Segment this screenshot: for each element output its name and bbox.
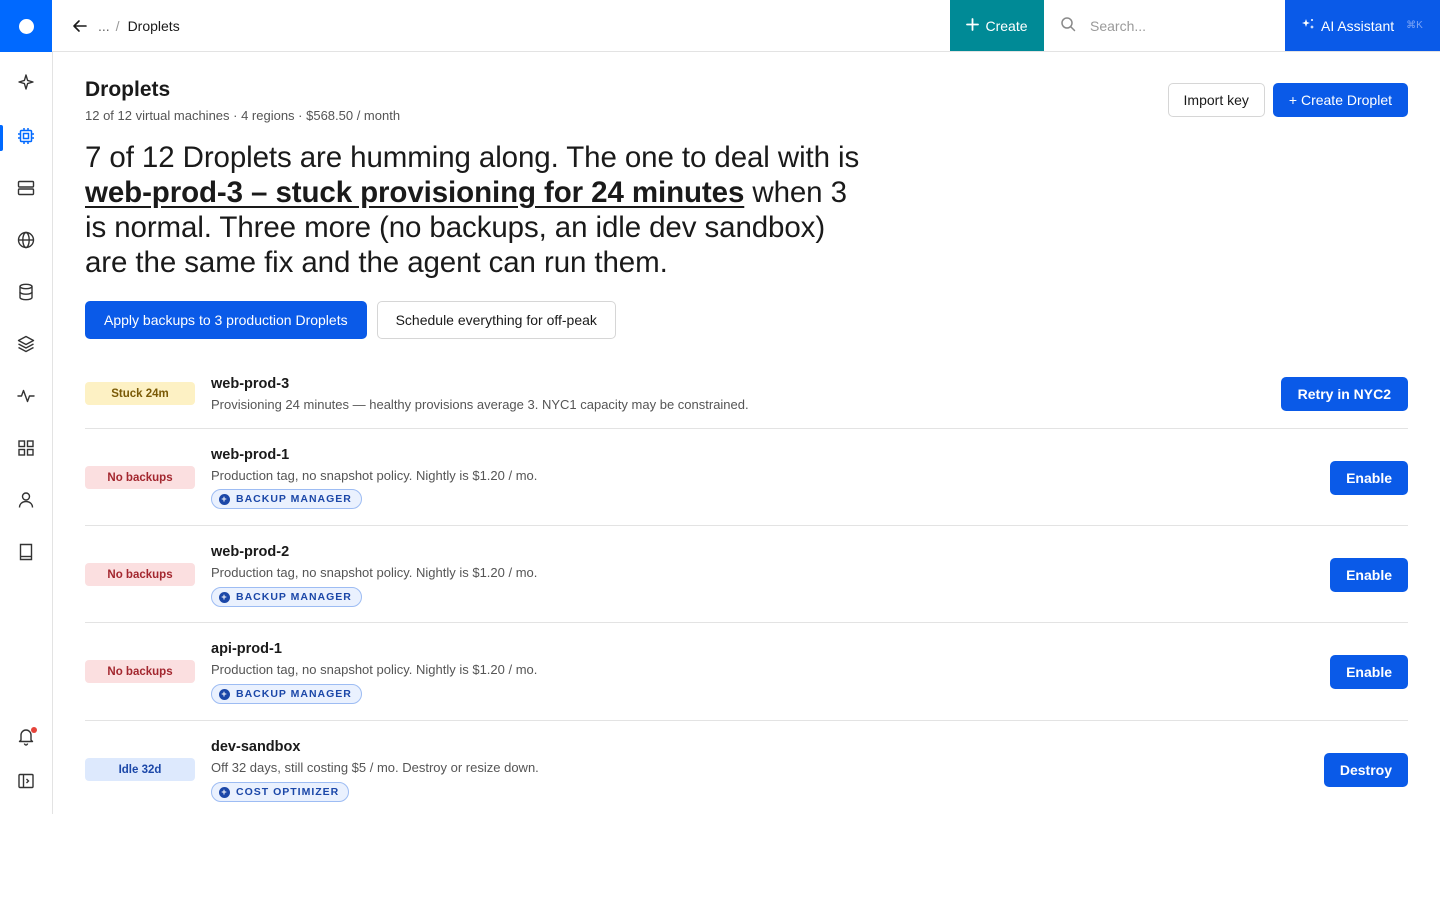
ai-assistant-button[interactable]: AI Assistant ⌘K (1285, 0, 1440, 51)
top-bar: ... / Droplets Create AI Assistant ⌘K (0, 0, 1440, 52)
import-key-button[interactable]: Import key (1167, 83, 1265, 117)
droplet-description: Production tag, no snapshot policy. Nigh… (211, 662, 538, 677)
server-stack-icon (16, 178, 36, 203)
logo[interactable] (0, 0, 52, 52)
notification-dot (31, 727, 37, 733)
layers-icon (16, 334, 36, 359)
schedule-offpeak-button[interactable]: Schedule everything for off-peak (376, 301, 616, 339)
ai-shortcut-hint: ⌘K (1406, 20, 1423, 31)
breadcrumb-separator: / (115, 17, 120, 34)
database-icon (16, 282, 36, 307)
list-item: Stuck 24m web-prod-3 Provisioning 24 min… (85, 364, 1408, 429)
chip-label: BACKUP MANAGER (236, 591, 352, 603)
search-box (1044, 0, 1285, 51)
status-badge: No backups (85, 466, 195, 489)
list-item: Idle 32d dev-sandbox Off 32 days, still … (85, 721, 1408, 817)
list-item: No backups api-prod-1 Production tag, no… (85, 623, 1408, 721)
create-droplet-button[interactable]: + Create Droplet (1272, 83, 1408, 117)
plus-circle-icon: + (219, 493, 230, 505)
header-actions: Import key + Create Droplet (1167, 83, 1408, 117)
sidebar-item-account[interactable] (0, 485, 52, 519)
destroy-button[interactable]: Destroy (1323, 753, 1408, 787)
summary-text: 7 of 12 Droplets are humming along. The … (85, 140, 875, 280)
sparkles-icon (1301, 17, 1315, 34)
sidebar-item-monitoring[interactable] (0, 381, 52, 415)
breadcrumb-current: Droplets (127, 17, 180, 34)
chip-label: COST OPTIMIZER (236, 786, 340, 798)
sparkle-icon (16, 72, 36, 97)
back-arrow-icon[interactable] (72, 17, 90, 35)
cta-row: Apply backups to 3 production Droplets S… (85, 301, 616, 339)
chip-label: BACKUP MANAGER (236, 493, 352, 505)
plus-icon (966, 17, 980, 34)
agent-chip[interactable]: + BACKUP MANAGER (211, 684, 362, 704)
droplet-name[interactable]: web-prod-3 (211, 376, 289, 392)
book-icon (16, 542, 36, 567)
droplet-issue-list: Stuck 24m web-prod-3 Provisioning 24 min… (85, 364, 1408, 817)
summary-part-1: 7 of 12 Droplets are humming along. The … (85, 141, 860, 174)
droplet-name[interactable]: api-prod-1 (211, 641, 282, 657)
status-badge: No backups (85, 660, 195, 683)
ai-assistant-label: AI Assistant (1321, 17, 1395, 34)
agent-chip[interactable]: + BACKUP MANAGER (211, 489, 362, 509)
sidebar-item-servers[interactable] (0, 173, 52, 207)
agent-chip[interactable]: + COST OPTIMIZER (211, 782, 350, 802)
sidebar-item-ai[interactable] (0, 67, 52, 101)
sidebar-item-databases[interactable] (0, 277, 52, 311)
plus-circle-icon: + (219, 591, 230, 603)
droplet-name[interactable]: web-prod-2 (211, 544, 289, 560)
agent-chip[interactable]: + BACKUP MANAGER (211, 587, 362, 607)
status-badge: No backups (85, 563, 195, 586)
droplet-name[interactable]: web-prod-1 (211, 447, 289, 463)
plus-circle-icon: + (219, 688, 230, 700)
user-icon (16, 490, 36, 515)
summary-highlight-link[interactable]: web-prod-3 – stuck provisioning for 24 m… (85, 176, 744, 209)
sidebar-item-collapse[interactable] (0, 766, 52, 800)
sidebar-item-marketplace[interactable] (0, 433, 52, 467)
retry-button[interactable]: Retry in NYC2 (1280, 377, 1408, 411)
list-item: No backups web-prod-2 Production tag, no… (85, 526, 1408, 623)
droplet-description: Production tag, no snapshot policy. Nigh… (211, 468, 538, 483)
search-icon (1060, 16, 1076, 35)
enable-button[interactable]: Enable (1330, 461, 1408, 495)
chip-icon (16, 126, 36, 151)
droplet-description: Production tag, no snapshot policy. Nigh… (211, 565, 538, 580)
sidebar-item-docs[interactable] (0, 537, 52, 571)
droplet-description: Off 32 days, still costing $5 / mo. Dest… (211, 760, 539, 775)
sidebar-item-droplets[interactable] (0, 121, 52, 155)
page-title: Droplets (85, 78, 171, 101)
activity-icon (16, 386, 36, 411)
breadcrumb-ellipsis[interactable]: ... (98, 18, 110, 34)
enable-button[interactable]: Enable (1330, 655, 1408, 689)
globe-icon (16, 230, 36, 255)
search-input[interactable] (1090, 17, 1250, 34)
status-badge: Stuck 24m (85, 382, 195, 405)
apply-backups-button[interactable]: Apply backups to 3 production Droplets (85, 301, 367, 339)
droplet-description: Provisioning 24 minutes — healthy provis… (211, 397, 749, 412)
sidebar-item-notifications[interactable] (0, 721, 52, 755)
droplet-name[interactable]: dev-sandbox (211, 739, 300, 755)
list-item: No backups web-prod-1 Production tag, no… (85, 429, 1408, 526)
status-badge: Idle 32d (85, 758, 195, 781)
enable-button[interactable]: Enable (1330, 558, 1408, 592)
plus-circle-icon: + (219, 786, 230, 798)
grid-icon (16, 438, 36, 463)
breadcrumb: ... / Droplets (52, 0, 950, 51)
page-subtitle: 12 of 12 virtual machines · 4 regions · … (85, 108, 401, 123)
sidebar-item-networking[interactable] (0, 225, 52, 259)
create-button[interactable]: Create (950, 0, 1044, 51)
sidebar-item-spaces[interactable] (0, 329, 52, 363)
chip-label: BACKUP MANAGER (236, 688, 352, 700)
logo-icon (18, 18, 34, 34)
panel-toggle-icon (16, 771, 36, 796)
sidebar (0, 52, 53, 814)
create-button-label: Create (985, 17, 1028, 34)
